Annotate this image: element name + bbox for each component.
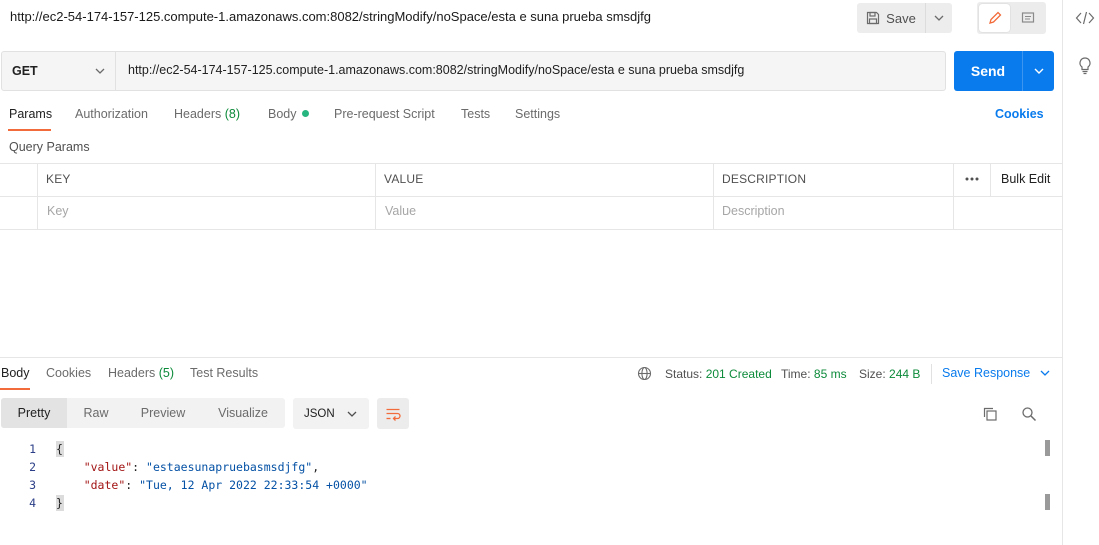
method-select[interactable]: GET: [2, 52, 116, 90]
time-label: Time:: [781, 367, 811, 381]
scrollbar-marker[interactable]: [1045, 494, 1050, 510]
save-button-group: Save: [857, 3, 952, 33]
table-border: [0, 196, 1062, 197]
tab-headers-count: (8): [224, 107, 241, 121]
table-border: [0, 163, 1062, 164]
response-divider[interactable]: [0, 357, 1062, 358]
tab-headers[interactable]: Headers (8): [174, 107, 240, 121]
time-value: 85 ms: [813, 367, 847, 381]
response-tab-headers[interactable]: Headers (5): [108, 366, 174, 380]
globe-icon[interactable]: [637, 366, 652, 381]
active-tab-indicator: [8, 129, 51, 131]
body-indicator-dot: [301, 110, 309, 117]
response-tab-body[interactable]: Body: [1, 366, 30, 380]
search-icon[interactable]: [1021, 406, 1037, 422]
table-divider: [990, 163, 991, 197]
column-header-key: KEY: [46, 172, 71, 186]
save-icon: [867, 11, 880, 25]
line-number: 2: [29, 460, 36, 474]
tab-tests[interactable]: Tests: [461, 107, 490, 121]
format-pretty-button[interactable]: Pretty: [1, 398, 67, 428]
response-tab-headers-label: Headers: [108, 366, 156, 380]
cookies-link[interactable]: Cookies: [995, 107, 1044, 121]
size-label: Size:: [859, 367, 886, 381]
edit-mode-button[interactable]: [979, 4, 1010, 32]
format-raw-button[interactable]: Raw: [70, 398, 122, 428]
save-button[interactable]: Save: [857, 3, 926, 33]
column-header-value: VALUE: [384, 172, 424, 186]
response-tab-headers-count: (5): [158, 366, 175, 380]
code-line[interactable]: "value": "estaesunapruebasmsdjfg",: [56, 460, 319, 474]
pencil-icon: [988, 11, 1001, 24]
copy-icon[interactable]: [982, 406, 998, 422]
request-title[interactable]: http://ec2-54-174-157-125.compute-1.amaz…: [10, 9, 651, 24]
chevron-down-icon: [1040, 370, 1050, 376]
save-button-label: Save: [886, 10, 916, 26]
comment-icon: [1021, 12, 1034, 23]
save-response-button[interactable]: Save Response: [942, 366, 1050, 380]
send-button[interactable]: Send: [954, 51, 1022, 91]
tab-authorization[interactable]: Authorization: [75, 107, 148, 121]
method-label: GET: [12, 64, 38, 78]
wrap-lines-icon: [386, 408, 401, 421]
table-divider: [953, 163, 954, 230]
active-tab-indicator: [0, 388, 30, 390]
send-options-button[interactable]: [1022, 51, 1054, 91]
response-tab-cookies[interactable]: Cookies: [46, 366, 91, 380]
language-select[interactable]: JSON: [293, 398, 369, 429]
tab-params[interactable]: Params: [9, 107, 52, 121]
code-line[interactable]: {: [56, 442, 63, 456]
response-status[interactable]: Status: 201 Created: [665, 367, 772, 381]
chevron-down-icon: [347, 411, 357, 417]
json-string-value: "Tue, 12 Apr 2022 22:33:54 +0000": [139, 478, 368, 492]
param-value-input[interactable]: Value: [385, 204, 416, 218]
table-divider: [375, 163, 376, 230]
response-time[interactable]: Time: 85 ms: [781, 367, 847, 381]
table-border: [0, 229, 1062, 230]
code-icon[interactable]: [1075, 9, 1095, 27]
tab-prerequest-script[interactable]: Pre-request Script: [334, 107, 435, 121]
json-key: "date": [83, 478, 126, 492]
code-line[interactable]: "date": "Tue, 12 Apr 2022 22:33:54 +0000…: [56, 478, 368, 492]
tab-body-label: Body: [268, 107, 297, 121]
divider: [931, 364, 932, 384]
format-visualize-button[interactable]: Visualize: [205, 398, 281, 428]
chevron-down-icon: [934, 15, 944, 21]
tab-headers-label: Headers: [174, 107, 222, 121]
param-key-input[interactable]: Key: [47, 204, 69, 218]
format-preview-button[interactable]: Preview: [127, 398, 199, 428]
table-divider: [713, 163, 714, 230]
save-options-button[interactable]: [926, 3, 952, 33]
response-size[interactable]: Size: 244 B: [859, 367, 920, 381]
tab-settings[interactable]: Settings: [515, 107, 560, 121]
code-line[interactable]: }: [56, 496, 63, 510]
right-sidebar-divider: [1062, 0, 1063, 545]
line-number: 1: [29, 442, 36, 456]
comments-mode-button[interactable]: [1012, 4, 1043, 32]
url-input[interactable]: http://ec2-54-174-157-125.compute-1.amaz…: [128, 63, 744, 77]
column-header-description: DESCRIPTION: [722, 172, 807, 186]
json-key: "value": [83, 460, 133, 474]
param-description-input[interactable]: Description: [722, 204, 785, 218]
response-tab-test-results[interactable]: Test Results: [190, 366, 258, 380]
status-label: Status:: [665, 367, 703, 381]
scrollbar-marker[interactable]: [1045, 440, 1050, 456]
table-divider: [37, 163, 38, 230]
wrap-lines-button[interactable]: [377, 398, 409, 429]
more-horizontal-icon[interactable]: [964, 172, 980, 186]
json-string-value: "estaesunapruebasmsdjfg": [146, 460, 313, 474]
line-number: 4: [29, 496, 36, 510]
line-number: 3: [29, 478, 36, 492]
language-label: JSON: [304, 407, 335, 420]
query-params-label: Query Params: [9, 140, 90, 154]
send-button-group: Send: [954, 51, 1054, 91]
chevron-down-icon: [1034, 68, 1043, 74]
save-response-label: Save Response: [942, 366, 1031, 380]
tab-body[interactable]: Body: [268, 107, 309, 121]
chevron-down-icon: [95, 68, 105, 74]
lightbulb-icon[interactable]: [1077, 56, 1093, 76]
status-value: 201 Created: [705, 367, 772, 381]
bulk-edit-button[interactable]: Bulk Edit: [1001, 172, 1050, 186]
size-value: 244 B: [889, 367, 921, 381]
